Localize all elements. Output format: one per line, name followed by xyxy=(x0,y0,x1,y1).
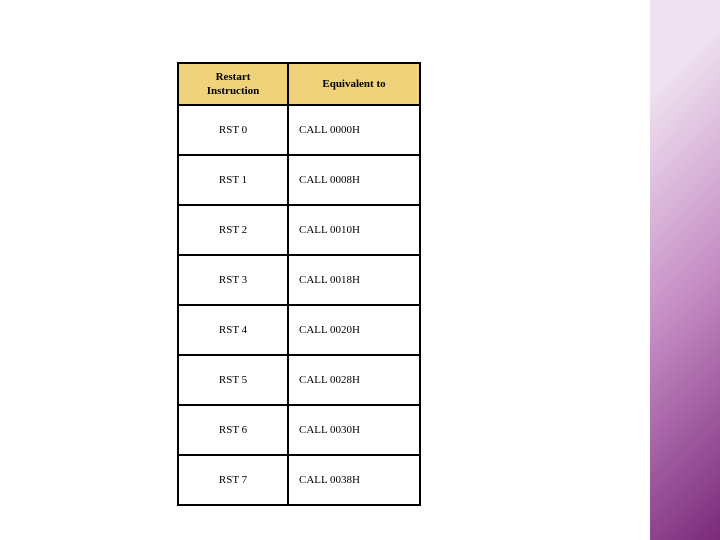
cell-instruction: RST 4 xyxy=(178,305,288,355)
table-row: RST 3CALL 0018H xyxy=(178,255,420,305)
cell-instruction: RST 7 xyxy=(178,455,288,505)
cell-equivalent: CALL 0018H xyxy=(288,255,420,305)
table-row: RST 0CALL 0000H xyxy=(178,105,420,155)
table-row: RST 1CALL 0008H xyxy=(178,155,420,205)
rst-table: Restart Instruction Equivalent to RST 0C… xyxy=(177,62,421,506)
cell-instruction: RST 5 xyxy=(178,355,288,405)
cell-equivalent: CALL 0038H xyxy=(288,455,420,505)
table-row: RST 7CALL 0038H xyxy=(178,455,420,505)
table-row: RST 5CALL 0028H xyxy=(178,355,420,405)
col-header-equivalent: Equivalent to xyxy=(288,63,420,105)
cell-equivalent: CALL 0030H xyxy=(288,405,420,455)
table-row: RST 4CALL 0020H xyxy=(178,305,420,355)
rst-table-container: Restart Instruction Equivalent to RST 0C… xyxy=(177,62,421,506)
rst-table-body: RST 0CALL 0000HRST 1CALL 0008HRST 2CALL … xyxy=(178,105,420,505)
cell-instruction: RST 6 xyxy=(178,405,288,455)
cell-equivalent: CALL 0028H xyxy=(288,355,420,405)
cell-equivalent: CALL 0000H xyxy=(288,105,420,155)
side-purple-stripe xyxy=(650,0,720,540)
cell-instruction: RST 2 xyxy=(178,205,288,255)
cell-instruction: RST 0 xyxy=(178,105,288,155)
col-header-instruction: Restart Instruction xyxy=(178,63,288,105)
table-row: RST 6CALL 0030H xyxy=(178,405,420,455)
cell-equivalent: CALL 0020H xyxy=(288,305,420,355)
cell-equivalent: CALL 0008H xyxy=(288,155,420,205)
cell-equivalent: CALL 0010H xyxy=(288,205,420,255)
cell-instruction: RST 1 xyxy=(178,155,288,205)
table-row: RST 2CALL 0010H xyxy=(178,205,420,255)
cell-instruction: RST 3 xyxy=(178,255,288,305)
